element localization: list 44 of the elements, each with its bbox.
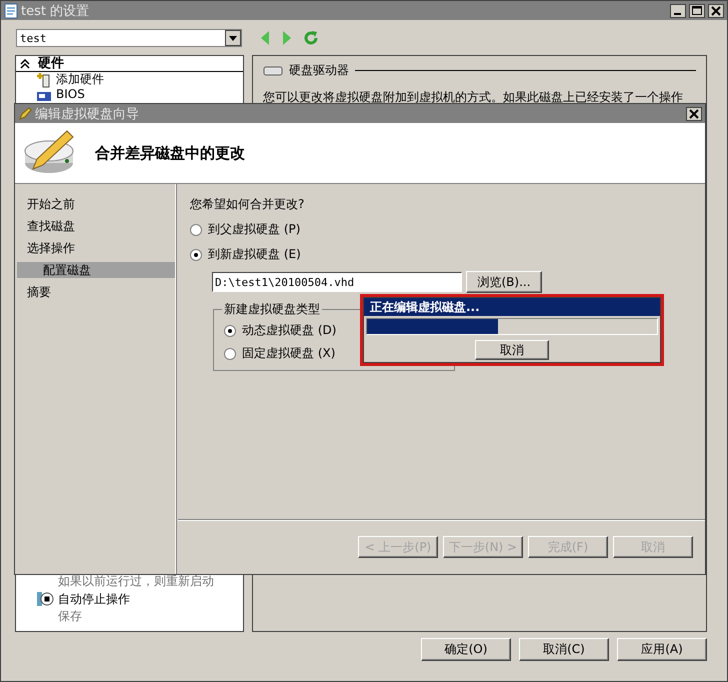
radio-button[interactable]: [224, 348, 236, 360]
minimize-button[interactable]: [670, 4, 686, 18]
option-label[interactable]: 固定虚拟硬盘 (X): [242, 345, 336, 362]
option-label[interactable]: 到新虚拟硬盘 (E): [208, 246, 301, 263]
add-hardware-icon: [36, 72, 52, 88]
question-text: 您希望如何合并更改?: [190, 196, 306, 213]
group-legend: 新建虚拟硬盘类型: [222, 301, 322, 318]
collapse-icon[interactable]: [20, 58, 30, 68]
wizard-step[interactable]: 选择操作: [17, 240, 175, 256]
tree-header: 硬件: [38, 56, 64, 71]
tree-item[interactable]: 自动停止操作: [58, 590, 130, 608]
close-button[interactable]: [708, 4, 724, 18]
radio-button[interactable]: [190, 248, 202, 260]
radio-button[interactable]: [224, 324, 236, 336]
vm-dropdown[interactable]: test: [16, 29, 242, 47]
browse-button[interactable]: 浏览(B)...: [466, 271, 542, 293]
wizard-step[interactable]: 配置磁盘: [17, 262, 175, 278]
settings-window-icon: [4, 2, 18, 18]
option-label[interactable]: 动态虚拟硬盘 (D): [242, 322, 336, 339]
pencil-icon: [18, 106, 32, 120]
dialog-button[interactable]: 确定(O): [421, 638, 511, 661]
tree-item[interactable]: BIOS: [56, 87, 85, 102]
tree-item[interactable]: 添加硬件: [56, 72, 104, 87]
wizard-step[interactable]: 查找磁盘: [17, 218, 175, 234]
cancel-button[interactable]: 取消: [475, 340, 549, 360]
dialog-button[interactable]: 取消(C): [519, 638, 609, 661]
wizard-heading: 合并差异磁盘中的更改: [95, 144, 245, 162]
close-button[interactable]: [686, 106, 702, 120]
dialog-button[interactable]: 应用(A): [617, 638, 707, 661]
wizard-step[interactable]: 开始之前: [17, 196, 175, 212]
window-title: test 的设置: [21, 2, 90, 20]
path-field[interactable]: D:\test1\20100504.vhd: [212, 272, 462, 292]
maximize-button[interactable]: [689, 4, 705, 18]
tree-item-value: 保存: [57, 608, 83, 625]
section-title: 硬盘驱动器: [289, 62, 349, 79]
radio-button[interactable]: [190, 224, 202, 236]
description-text: 您可以更改将虚拟硬盘附加到虚拟机的方式。如果此磁盘上已经安装了一个操作: [263, 89, 684, 106]
wizard-step[interactable]: 摘要: [17, 284, 175, 300]
stop-action-icon: [36, 590, 54, 608]
hard-drive-icon: [263, 66, 283, 76]
dialog-title: 正在编辑虚拟磁盘...: [364, 298, 660, 316]
option-label[interactable]: 到父虚拟硬盘 (P): [208, 221, 300, 238]
window-title: 编辑虚拟硬盘向导: [35, 106, 140, 122]
tree-item-value: 如果以前运行过，则重新启动: [57, 573, 215, 590]
